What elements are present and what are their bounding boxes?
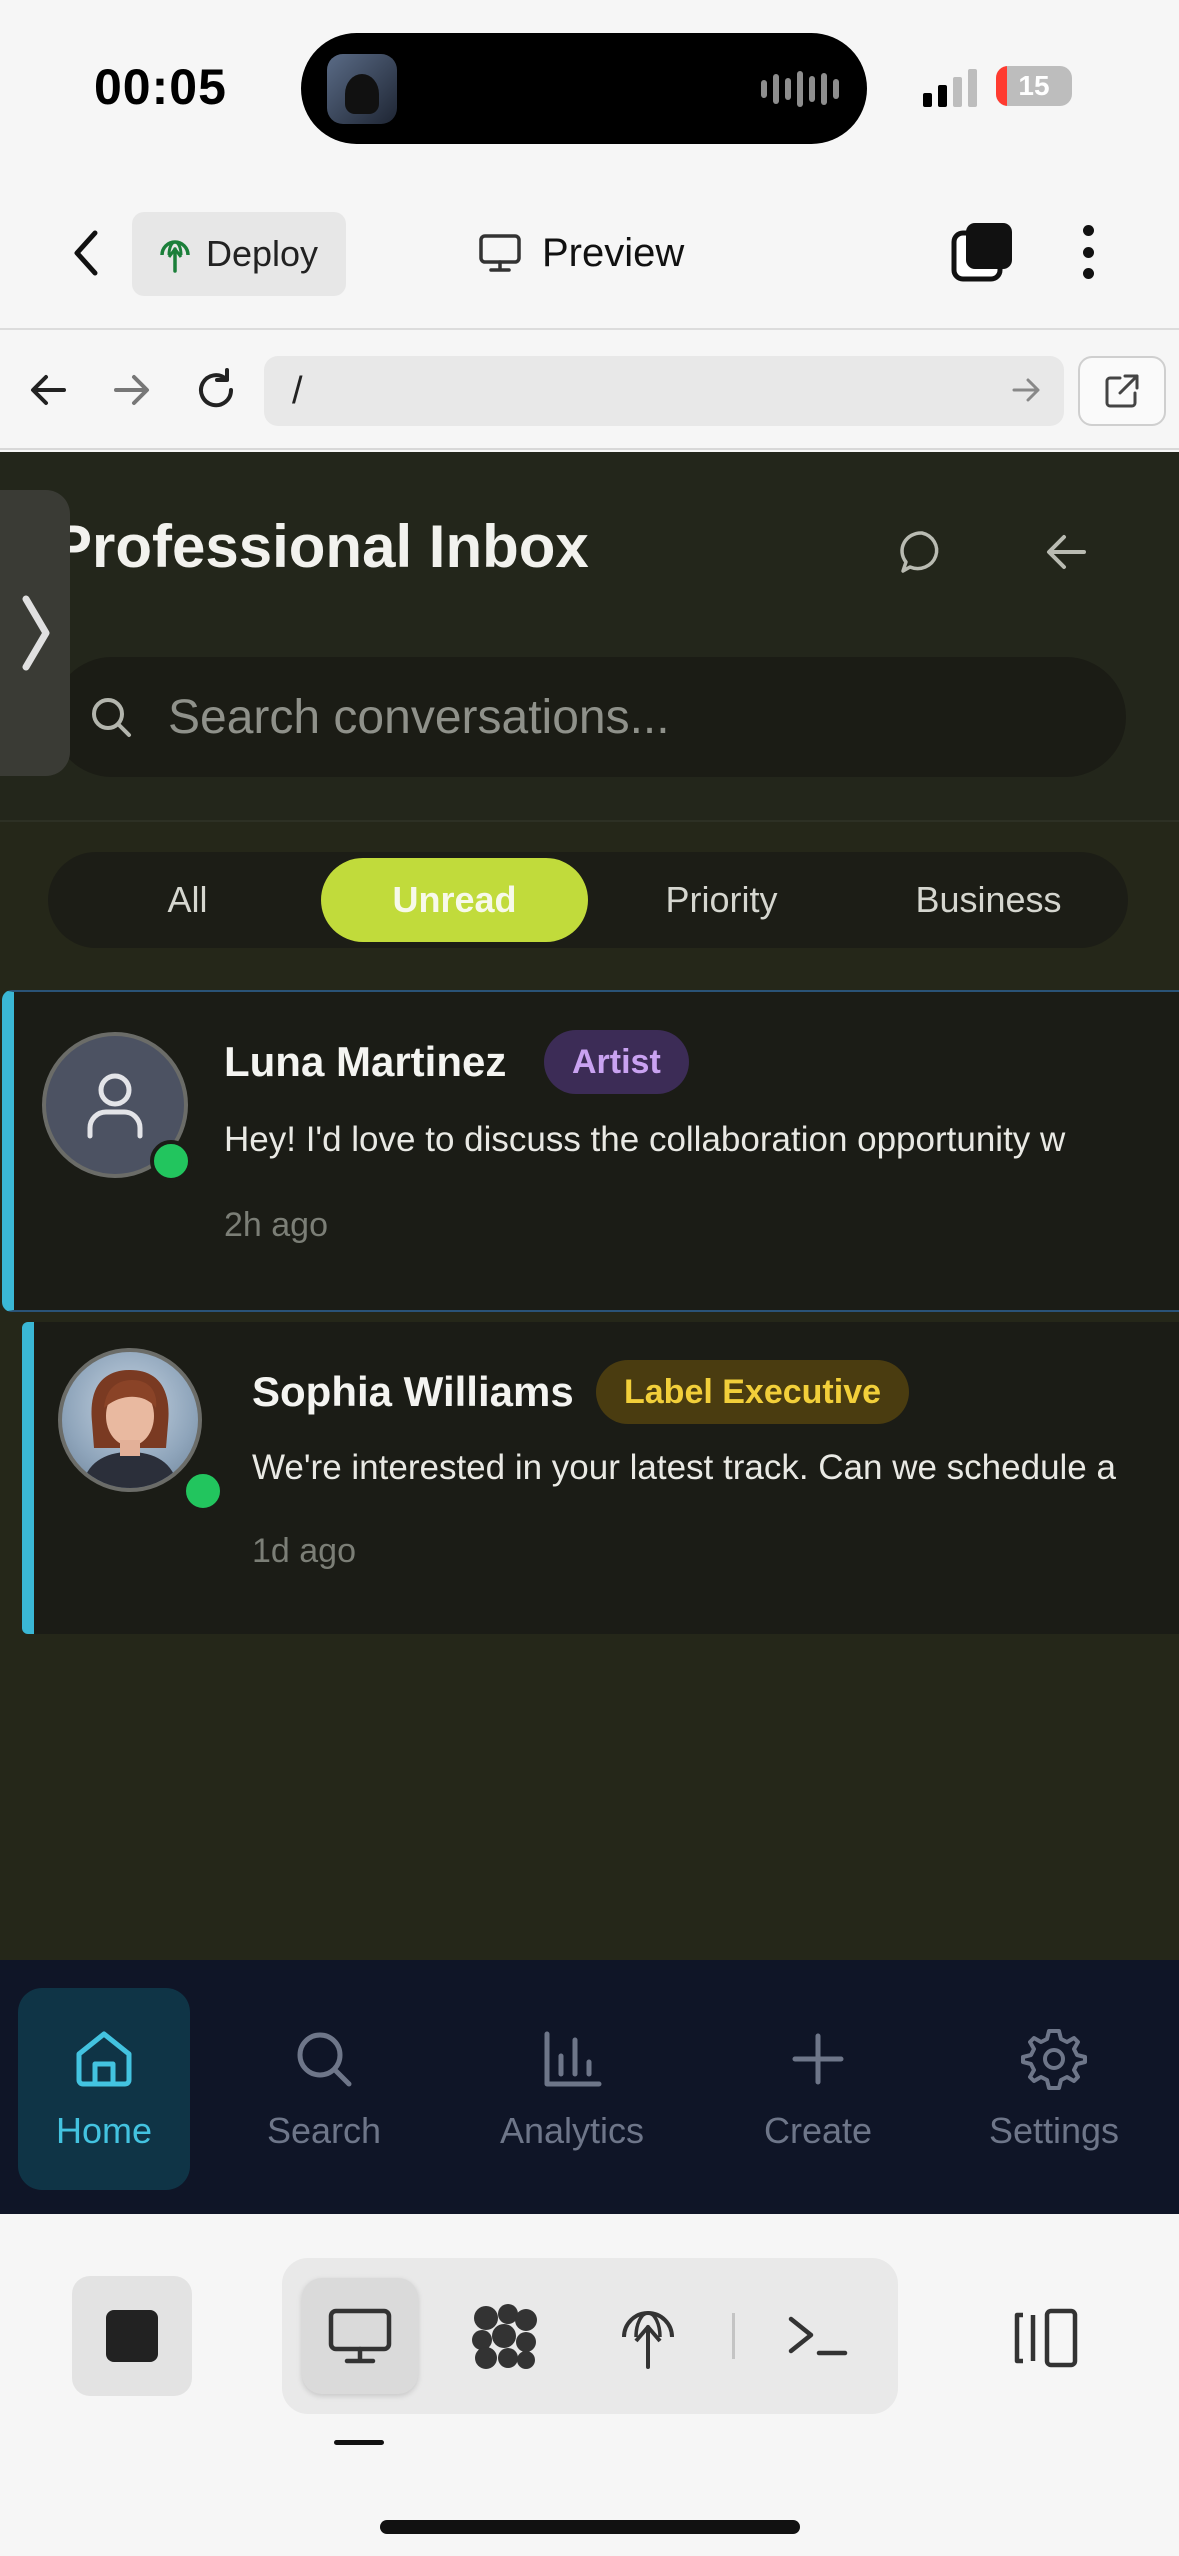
- url-text: /: [292, 369, 303, 412]
- role-badge: Label Executive: [596, 1360, 910, 1424]
- browser-back-button[interactable]: [20, 362, 76, 418]
- grid-blob-icon: [472, 2304, 537, 2369]
- conversation-item[interactable]: Luna Martinez Artist Hey! I'd love to di…: [2, 990, 1179, 1312]
- active-view-indicator: [334, 2440, 384, 2445]
- plus-icon: [792, 2033, 844, 2085]
- battery-icon: 15: [996, 66, 1072, 106]
- split-layout-icon: [1014, 2308, 1078, 2368]
- new-message-button[interactable]: [892, 522, 952, 582]
- nav-create-label: Create: [763, 2110, 873, 2151]
- filter-tabs: All Unread Priority Business: [48, 852, 1128, 948]
- app-preview: Professional Inbox All Unread Priority B…: [0, 452, 1179, 1960]
- message-time: 2h ago: [224, 1206, 328, 1244]
- battery-percent: 15: [1018, 70, 1050, 101]
- online-status-dot: [182, 1470, 224, 1512]
- more-options-button[interactable]: [1068, 219, 1108, 285]
- analytics-icon: [544, 2031, 602, 2087]
- editor-toolbar: Deploy Preview: [0, 175, 1179, 330]
- nav-analytics-label: Analytics: [499, 2110, 645, 2151]
- nav-settings[interactable]: Settings: [968, 1988, 1140, 2190]
- nav-settings-label: Settings: [988, 2110, 1120, 2151]
- preview-label: Preview: [542, 230, 685, 275]
- close-inbox-button[interactable]: [1036, 522, 1096, 582]
- home-indicator: [380, 2520, 800, 2534]
- more-dot: [1082, 246, 1094, 258]
- chat-bubble-icon: [900, 531, 939, 573]
- reload-button[interactable]: [188, 362, 244, 418]
- console-view-button[interactable]: [760, 2278, 876, 2394]
- segment-divider: [732, 2313, 735, 2359]
- user-icon: [87, 1073, 143, 1139]
- avatar: [58, 1348, 202, 1492]
- page-title: Professional Inbox: [52, 513, 589, 580]
- conversation-item[interactable]: Sophia Williams Label Executive We're in…: [22, 1322, 1179, 1634]
- stop-icon: [106, 2310, 158, 2362]
- monitor-icon: [328, 2308, 392, 2364]
- view-switcher: [282, 2258, 898, 2414]
- layout-toggle-button[interactable]: [1005, 2298, 1085, 2378]
- more-dot: [1082, 225, 1094, 236]
- nav-home-label: Home: [55, 2110, 153, 2151]
- open-external-button[interactable]: [1078, 356, 1166, 426]
- go-arrow-icon[interactable]: [1010, 373, 1044, 407]
- now-playing-artwork: [327, 54, 397, 124]
- deploy-view-button[interactable]: [590, 2278, 706, 2394]
- tab-all[interactable]: All: [54, 858, 321, 942]
- status-bar: 00:05 15: [0, 0, 1179, 175]
- preview-tab[interactable]: Preview: [478, 223, 684, 283]
- role-badge: Artist: [544, 1030, 689, 1094]
- tab-business[interactable]: Business: [855, 858, 1122, 942]
- deploy-label: Deploy: [206, 233, 319, 274]
- profile-photo: [82, 1370, 178, 1488]
- nav-analytics[interactable]: Analytics: [486, 1988, 658, 2190]
- deploy-icon: [622, 2311, 674, 2369]
- deploy-button[interactable]: Deploy: [132, 212, 346, 296]
- files-view-button[interactable]: [446, 2278, 562, 2394]
- back-button[interactable]: [58, 225, 114, 281]
- home-icon: [76, 2031, 132, 2087]
- nav-home[interactable]: Home: [18, 1988, 190, 2190]
- cellular-signal-icon: [923, 65, 977, 107]
- message-preview: Hey! I'd love to discuss the collaborati…: [224, 1120, 1066, 1159]
- sidebar-toggle[interactable]: [0, 490, 70, 776]
- monitor-icon: [479, 234, 521, 272]
- app-bottom-nav: Home Search Analytics Create Settings: [0, 1960, 1179, 2214]
- tab-priority[interactable]: Priority: [588, 858, 855, 942]
- tab-unread[interactable]: Unread: [321, 858, 588, 942]
- tabs-icon: [951, 223, 1012, 282]
- arrow-left-icon: [1047, 535, 1086, 569]
- terminal-icon: [788, 2316, 848, 2356]
- chevron-right-icon: [22, 595, 50, 671]
- gear-icon: [1021, 2029, 1087, 2090]
- arrow-left-icon: [31, 375, 66, 405]
- online-status-dot: [150, 1140, 192, 1182]
- arrow-right-icon: [114, 375, 149, 405]
- preview-view-button[interactable]: [302, 2278, 418, 2394]
- chevron-left-icon: [74, 230, 98, 276]
- search-icon: [297, 2032, 352, 2087]
- nav-create[interactable]: Create: [732, 1988, 904, 2190]
- search-input[interactable]: [168, 689, 1068, 745]
- search-icon: [92, 698, 131, 737]
- tabs-button[interactable]: [950, 219, 1016, 285]
- audio-waveform-icon: [761, 69, 839, 109]
- more-dot: [1082, 268, 1094, 279]
- dynamic-island: [301, 33, 867, 144]
- stop-button[interactable]: [72, 2276, 192, 2396]
- contact-name: Sophia Williams: [252, 1368, 574, 1415]
- search-bar[interactable]: [52, 657, 1126, 777]
- editor-bottom-toolbar: [0, 2214, 1179, 2556]
- status-time: 00:05: [94, 59, 227, 115]
- url-bar: /: [0, 332, 1179, 450]
- contact-name: Luna Martinez: [224, 1038, 507, 1085]
- message-time: 1d ago: [252, 1532, 356, 1570]
- external-link-icon: [1105, 374, 1139, 408]
- message-preview: We're interested in your latest track. C…: [252, 1448, 1116, 1487]
- browser-forward-button[interactable]: [104, 362, 160, 418]
- reload-icon: [199, 368, 234, 408]
- url-input[interactable]: /: [264, 356, 1064, 426]
- nav-search-label: Search: [266, 2110, 382, 2151]
- deploy-icon: [160, 240, 190, 273]
- nav-search[interactable]: Search: [238, 1988, 410, 2190]
